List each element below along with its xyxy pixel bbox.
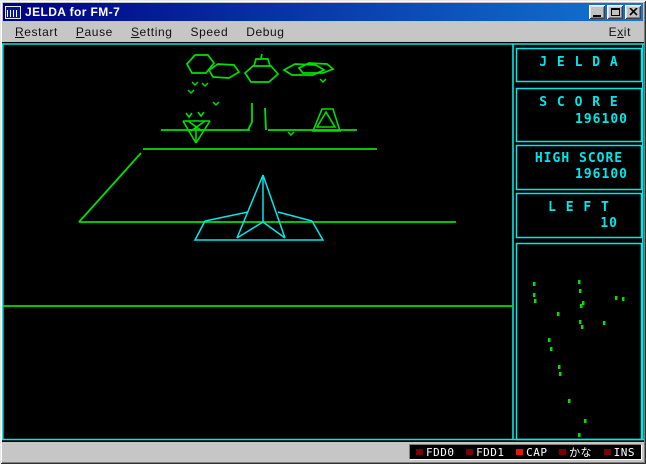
indicator-label: FDD1: [476, 446, 505, 459]
menu-label-part: etting: [140, 25, 173, 39]
titlebar-buttons: [589, 5, 643, 19]
hud-score-label: S C O R E: [516, 95, 642, 110]
enemy-dome-hexagon: [245, 66, 278, 82]
close-icon: [629, 8, 638, 16]
debris-mark: [202, 83, 208, 86]
kana-led-icon: [559, 449, 566, 455]
menu-label-part: ause: [85, 25, 113, 39]
menu-restart[interactable]: Restart: [10, 23, 63, 41]
indicator-label: かな: [569, 444, 592, 460]
radar-dot: [578, 280, 581, 284]
menu-label-part: estart: [24, 25, 58, 39]
radar-dot: [559, 372, 562, 376]
hud-score-value: 196100: [516, 112, 642, 127]
indicator-ins: INS: [604, 446, 635, 459]
radar-dot: [622, 297, 625, 301]
indicator-kana: かな: [559, 444, 592, 460]
hud-left-value: 10: [516, 216, 642, 231]
radar-dot: [568, 399, 571, 403]
radar-dot: [558, 365, 561, 369]
maximize-icon: [611, 8, 620, 16]
radar-dot: [579, 320, 582, 324]
radar-dot: [579, 289, 582, 293]
debris-mark: [192, 82, 198, 85]
window-title: JELDA for FM-7: [25, 5, 120, 19]
game-screen[interactable]: J E L D A S C O R E 196100 HIGH SCORE 19…: [2, 42, 644, 442]
menu-label-part: R: [15, 25, 24, 39]
indicator-cap: CAP: [516, 446, 547, 459]
radar-dot: [584, 419, 587, 423]
ship-wing-right: [278, 212, 312, 221]
debris-marks: [188, 79, 326, 135]
app-icon[interactable]: [5, 6, 21, 19]
menu-label-part: Debug: [246, 25, 284, 39]
debris-mark: [213, 102, 219, 105]
menu-bar: Restart Pause Setting Speed Debug Exit: [3, 22, 643, 41]
menu-label-part: P: [76, 25, 85, 39]
menu-setting[interactable]: Setting: [126, 23, 178, 41]
radar-dot: [615, 296, 618, 300]
menu-label-part: E: [609, 25, 618, 39]
led-panel: FDD0 FDD1 CAP かな INS: [409, 444, 642, 460]
menu-label-part: S: [131, 25, 140, 39]
radar-dot: [581, 325, 584, 329]
radar-box: [517, 244, 642, 440]
ins-led-icon: [604, 449, 611, 455]
radar-dot: [603, 321, 606, 325]
status-bar: FDD0 FDD1 CAP かな INS: [2, 442, 644, 462]
minimize-button[interactable]: [589, 5, 605, 19]
indicator-label: INS: [614, 446, 635, 459]
emulator-window: JELDA for FM-7 Restart Pause Setting Spe…: [0, 0, 646, 464]
indicator-label: FDD0: [426, 446, 455, 459]
radar-dot: [580, 304, 583, 308]
radar-dot: [534, 299, 537, 303]
indicator-label: CAP: [526, 446, 547, 459]
enemy-formation: [187, 54, 333, 82]
debris-mark: [288, 132, 294, 135]
hud-highscore-value: 196100: [516, 167, 642, 182]
player-ship: [195, 175, 323, 240]
menu-label-part: Speed: [191, 25, 229, 39]
indicator-fdd1: FDD1: [466, 446, 505, 459]
close-button[interactable]: [625, 5, 641, 19]
menu-label-part: it: [624, 25, 631, 39]
menu-speed[interactable]: Speed: [186, 23, 234, 41]
menu-pause[interactable]: Pause: [71, 23, 118, 41]
hud-left-label: L E F T: [516, 200, 642, 215]
tower-edge-left: [248, 103, 252, 130]
radar-dot: [578, 433, 581, 437]
pyramid-structure: [313, 109, 340, 131]
menu-debug[interactable]: Debug: [241, 23, 289, 41]
enemy-hexagon-2: [209, 64, 239, 78]
terrain-lines: [3, 103, 514, 306]
radar-dot: [548, 338, 551, 342]
radar-dot: [557, 312, 560, 316]
fdd0-led-icon: [416, 449, 423, 455]
radar-dot: [533, 293, 536, 297]
radar-dot: [533, 282, 536, 286]
radar-dots: [533, 280, 625, 437]
debris-mark: [188, 90, 194, 93]
maximize-button[interactable]: [607, 5, 623, 19]
indicator-fdd0: FDD0: [416, 446, 455, 459]
fdd1-led-icon: [466, 449, 473, 455]
enemy-dome-antenna: [261, 54, 262, 58]
menu-exit[interactable]: Exit: [604, 23, 636, 41]
inverted-pyramid-enemy: [183, 112, 210, 143]
hud-game-title: J E L D A: [516, 55, 642, 70]
tower-edge-right: [265, 108, 266, 130]
title-bar: JELDA for FM-7: [3, 3, 643, 21]
debris-mark: [320, 79, 326, 82]
minimize-icon: [593, 15, 601, 17]
hud-highscore-label: HIGH SCORE: [516, 151, 642, 166]
cap-led-icon: [516, 449, 523, 455]
enemy-dome-top: [254, 59, 270, 66]
radar-dot: [550, 347, 553, 351]
perspective-diagonal: [79, 153, 141, 222]
ship-wing-left: [205, 212, 248, 221]
menu-label-part: x: [617, 25, 624, 39]
